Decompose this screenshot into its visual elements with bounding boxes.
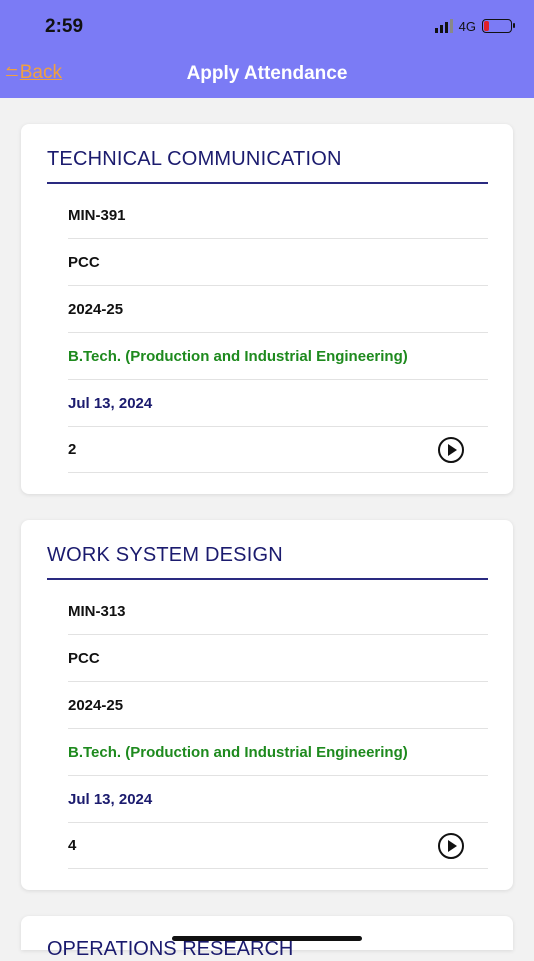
- play-icon[interactable]: [438, 437, 464, 463]
- course-program: B.Tech. (Production and Industrial Engin…: [68, 729, 488, 776]
- course-count: 2: [68, 440, 77, 458]
- status-time: 2:59: [45, 16, 84, 37]
- course-code: MIN-391: [68, 192, 488, 239]
- course-category: PCC: [68, 635, 488, 682]
- course-card: TECHNICAL COMMUNICATION MIN-391 PCC 2024…: [21, 124, 513, 494]
- title-divider: [47, 578, 488, 580]
- course-card: WORK SYSTEM DESIGN MIN-313 PCC 2024-25 B…: [21, 520, 513, 890]
- course-category: PCC: [68, 239, 488, 286]
- course-date: Jul 13, 2024: [68, 380, 488, 427]
- course-session: 2024-25: [68, 682, 488, 729]
- status-indicators: 4G: [434, 16, 515, 36]
- title-divider: [47, 182, 488, 184]
- signal-icon: [434, 19, 453, 33]
- course-count-row: 4: [68, 822, 488, 869]
- course-count: 4: [68, 836, 77, 854]
- page-title: Apply Attendance: [186, 63, 348, 84]
- course-session: 2024-25: [68, 286, 488, 333]
- course-title: TECHNICAL COMMUNICATION: [47, 148, 342, 170]
- battery-icon: [482, 19, 515, 33]
- course-date: Jul 13, 2024: [68, 776, 488, 823]
- course-code: MIN-313: [68, 588, 488, 635]
- app-header: 2:59 4G ↼ Back Apply Attendance: [0, 0, 534, 98]
- course-card: OPERATIONS RESEARCH: [21, 916, 513, 960]
- course-program: B.Tech. (Production and Industrial Engin…: [68, 333, 488, 380]
- course-title: WORK SYSTEM DESIGN: [47, 544, 283, 566]
- home-indicator: [172, 936, 362, 941]
- play-icon[interactable]: [438, 833, 464, 859]
- course-count-row: 2: [68, 426, 488, 473]
- network-type: 4G: [458, 18, 476, 34]
